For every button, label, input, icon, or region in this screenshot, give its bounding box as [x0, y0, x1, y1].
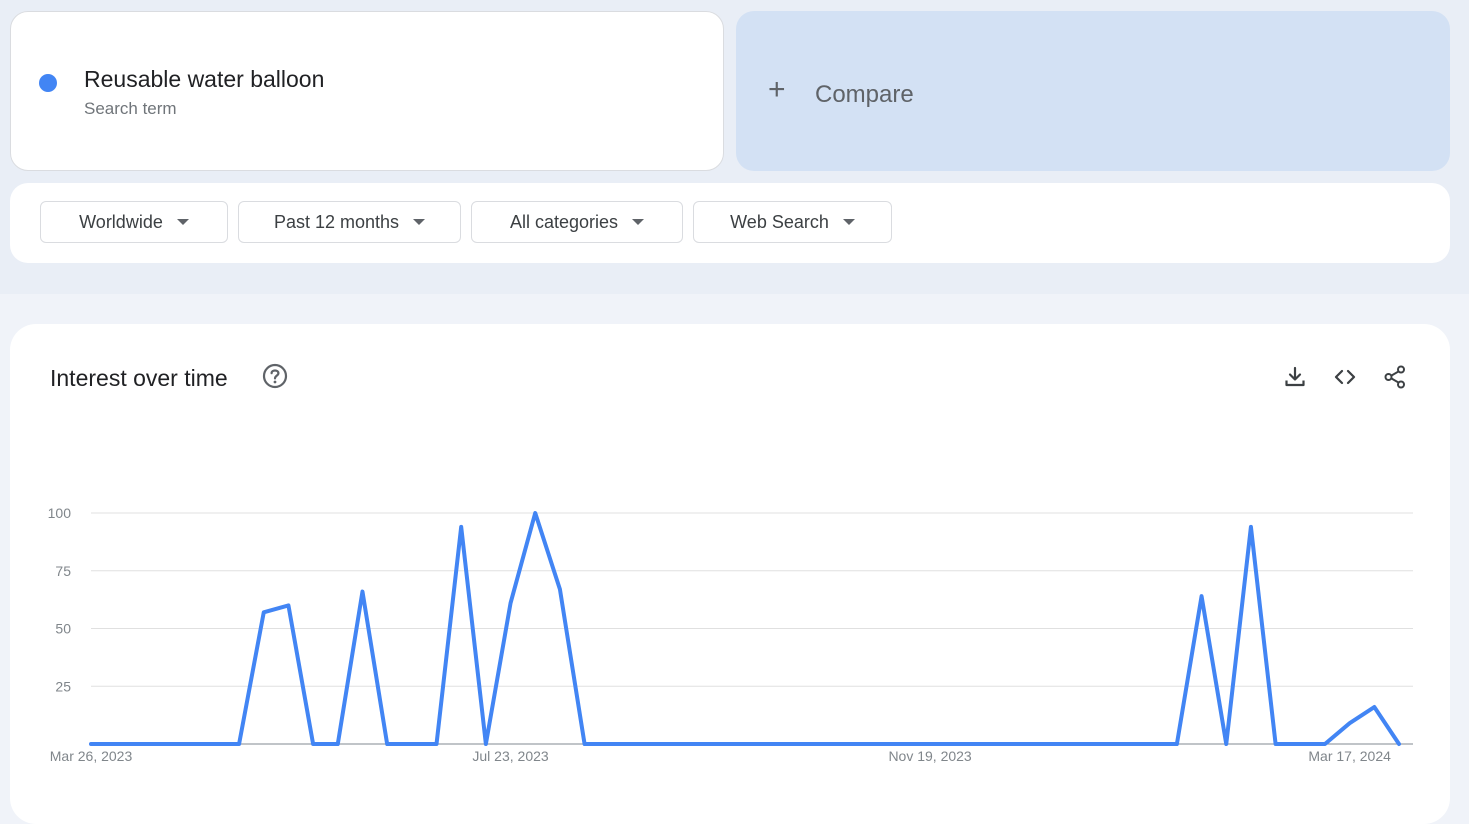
region-filter-label: Worldwide — [79, 211, 163, 232]
y-tick-label: 75 — [55, 563, 71, 579]
x-tick-label: Mar 26, 2023 — [50, 748, 133, 764]
dropdown-caret-icon — [176, 219, 189, 225]
series-color-dot — [39, 74, 57, 92]
interest-over-time-card: Interest over time 25 50 75 100 Mar 26, 2023… — [10, 324, 1450, 824]
dropdown-caret-icon — [632, 219, 645, 225]
y-tick-label: 50 — [55, 621, 71, 637]
search-term-card[interactable]: Reusable water balloon Search term — [10, 11, 724, 171]
plus-icon: + — [768, 73, 786, 106]
search-type-filter-label: Web Search — [730, 211, 829, 232]
time-range-filter-label: Past 12 months — [273, 211, 400, 232]
dropdown-caret-icon — [842, 219, 855, 225]
interest-line-chart: 25 50 75 100 Mar 26, 2023 Jul 23, 2023 Nov 19,… — [48, 505, 1413, 764]
compare-button[interactable]: + Compare — [736, 11, 1450, 171]
filter-bar: Worldwide Past 12 months All categories … — [10, 183, 1450, 263]
category-filter[interactable]: All categories — [471, 201, 683, 243]
region-filter[interactable]: Worldwide — [40, 201, 228, 243]
x-tick-label: Jul 23, 2023 — [472, 748, 548, 764]
time-range-filter[interactable]: Past 12 months — [238, 201, 461, 243]
category-filter-label: All categories — [509, 211, 619, 232]
y-tick-label: 100 — [48, 505, 72, 521]
compare-label: Compare — [815, 81, 914, 108]
search-type-filter[interactable]: Web Search — [693, 201, 892, 243]
y-tick-label: 25 — [55, 678, 71, 694]
x-tick-label: Mar 17, 2024 — [1308, 748, 1391, 764]
search-term-type: Search term — [84, 99, 177, 118]
x-tick-label: Nov 19, 2023 — [888, 748, 971, 764]
search-term-name[interactable]: Reusable water balloon — [84, 66, 324, 93]
dropdown-caret-icon — [413, 219, 426, 225]
